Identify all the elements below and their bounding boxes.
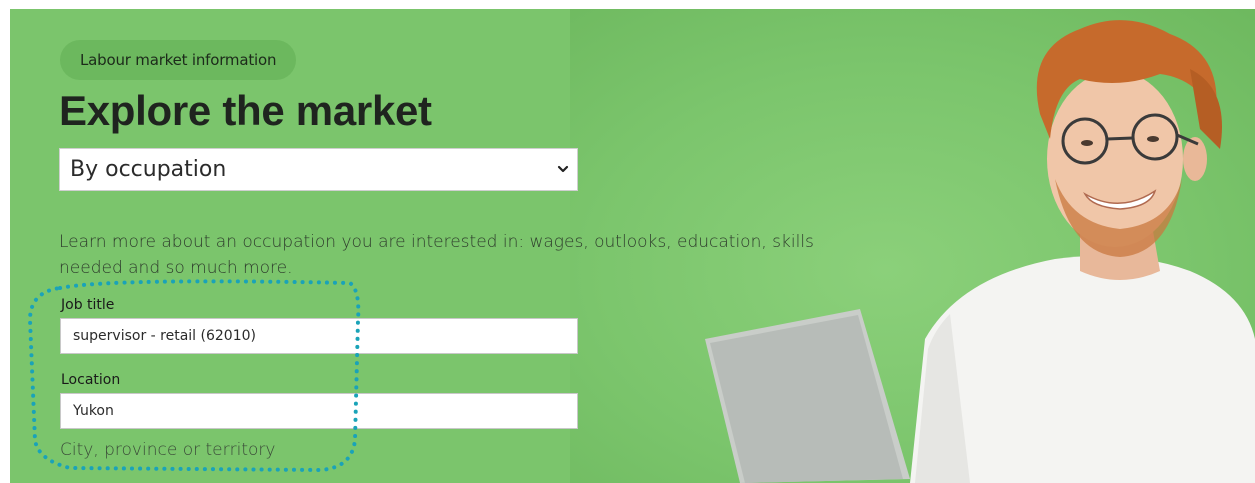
hero-person-image: [705, 20, 1255, 483]
hero-banner: Labour market information Explore the ma…: [10, 9, 1255, 483]
